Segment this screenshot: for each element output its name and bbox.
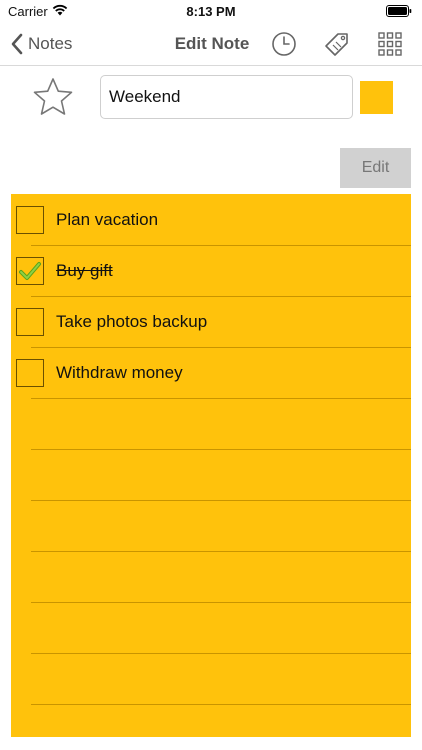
rule-line	[31, 449, 411, 450]
back-button[interactable]: Notes	[10, 30, 72, 58]
page-title: Edit Note	[174, 34, 250, 53]
checkbox[interactable]	[16, 358, 44, 387]
checkbox-checked[interactable]	[16, 256, 44, 285]
rule-line	[31, 704, 411, 705]
star-icon[interactable]	[32, 77, 74, 117]
item-text[interactable]: Plan vacation	[56, 210, 158, 230]
nav-bar: Notes Edit Note	[0, 22, 422, 66]
rule-line	[31, 551, 411, 552]
checkbox[interactable]	[16, 307, 44, 336]
rule-line	[31, 500, 411, 501]
checkbox[interactable]	[16, 205, 44, 234]
checklist-item: Plan vacation	[11, 194, 411, 245]
checklist-item: Take photos backup	[11, 296, 411, 347]
back-label: Notes	[28, 34, 73, 53]
item-text[interactable]: Buy gift	[56, 261, 113, 281]
checklist-item: Withdraw money	[11, 347, 411, 398]
note-title-input[interactable]	[100, 75, 353, 119]
item-text[interactable]: Take photos backup	[56, 312, 207, 332]
battery-icon	[386, 5, 412, 17]
note-paper: Plan vacation Buy gift Take photos backu…	[11, 194, 411, 737]
checklist-item: Buy gift	[11, 245, 411, 296]
tag-icon[interactable]	[324, 31, 350, 57]
status-bar: Carrier 8:13 PM	[0, 0, 422, 22]
color-swatch[interactable]	[360, 81, 393, 114]
rule-line	[31, 398, 411, 399]
grid-icon[interactable]	[377, 31, 403, 57]
checkmark-icon	[19, 261, 41, 280]
edit-button[interactable]: Edit	[340, 148, 411, 188]
rule-line	[31, 653, 411, 654]
chevron-left-icon	[11, 33, 23, 55]
status-time: 8:13 PM	[186, 4, 236, 19]
clock-icon[interactable]	[271, 31, 297, 57]
item-text[interactable]: Withdraw money	[56, 363, 183, 383]
rule-line	[31, 602, 411, 603]
